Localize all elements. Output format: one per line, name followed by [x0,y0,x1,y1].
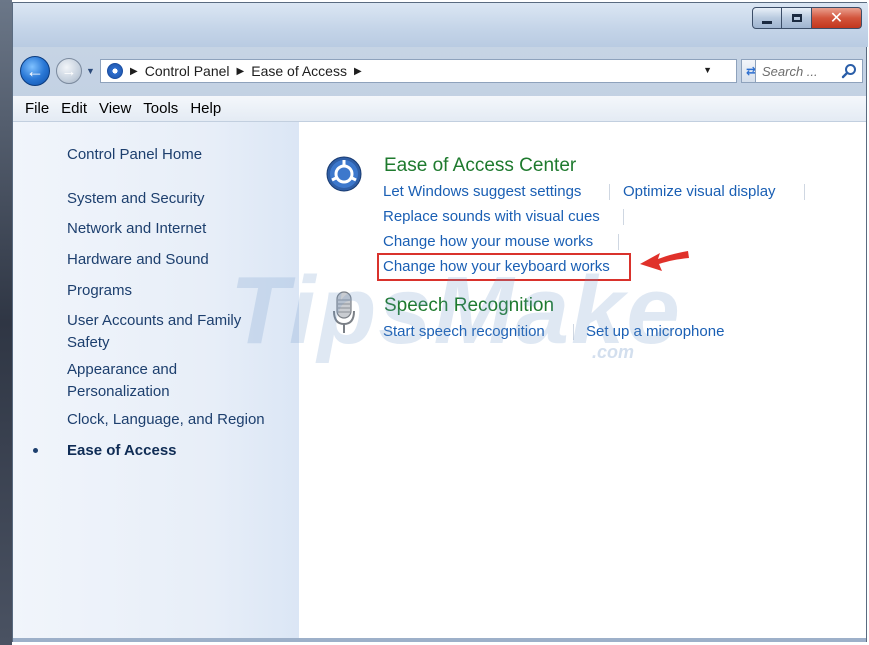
maximize-icon [791,14,802,22]
caption-buttons: ✕ [752,7,862,29]
sidebar-item-clock-language[interactable]: Clock, Language, and Region [67,409,265,431]
sidebar-item-appearance[interactable]: Appearance and Personalization [67,359,227,403]
sidebar-item-network-internet[interactable]: Network and Internet [67,218,206,240]
sidebar-item-hardware-sound[interactable]: Hardware and Sound [67,249,209,271]
title-bar[interactable]: ✕ [13,3,868,47]
forward-arrow-icon: → [61,62,77,80]
breadcrumb-ease-of-access[interactable]: Ease of Access [251,63,347,79]
search-icon[interactable] [841,63,857,79]
menu-bar: File Edit View Tools Help [13,96,866,122]
sidebar: Control Panel Home System and Security N… [13,122,299,640]
current-page-bullet [33,448,38,453]
menu-file[interactable]: File [13,100,55,117]
window-bottom-border [13,638,866,642]
sidebar-item-ease-of-access[interactable]: Ease of Access [13,440,299,462]
close-button[interactable]: ✕ [812,7,862,29]
sidebar-item-programs[interactable]: Programs [67,280,132,302]
link-suggest-settings[interactable]: Let Windows suggest settings [383,183,581,200]
sidebar-current-label: Ease of Access [67,442,177,459]
section-title-ease-center[interactable]: Ease of Access Center [384,155,576,177]
breadcrumb-control-panel[interactable]: Control Panel [145,63,230,79]
chevron-right-icon[interactable]: ▶ [237,66,245,77]
menu-view[interactable]: View [93,100,137,117]
menu-tools[interactable]: Tools [137,100,184,117]
link-replace-sounds[interactable]: Replace sounds with visual cues [383,208,600,225]
link-separator [609,184,610,200]
link-separator [804,184,805,200]
recent-pages-dropdown[interactable]: ▼ [86,66,95,76]
desktop-edge [0,0,12,645]
search-box[interactable] [755,59,863,83]
forward-button[interactable]: → [56,58,82,84]
control-panel-icon [107,63,123,79]
chevron-right-icon[interactable]: ▶ [354,66,362,77]
link-mouse-works[interactable]: Change how your mouse works [383,233,593,250]
close-icon: ✕ [829,10,844,27]
link-optimize-visual[interactable]: Optimize visual display [623,183,776,200]
minimize-icon [762,20,772,24]
chevron-right-icon[interactable]: ▶ [130,66,138,77]
sidebar-item-control-panel-home[interactable]: Control Panel Home [67,144,202,166]
menu-edit[interactable]: Edit [55,100,93,117]
ease-of-access-icon [326,156,362,192]
menu-help[interactable]: Help [184,100,227,117]
minimize-button[interactable] [752,7,782,29]
back-arrow-icon: ← [26,60,44,81]
link-separator [618,234,619,250]
address-dropdown-icon[interactable]: ▼ [703,65,712,75]
search-input[interactable] [756,62,842,80]
back-button[interactable]: ← [20,56,50,86]
sidebar-item-system-security[interactable]: System and Security [67,188,205,210]
watermark-suffix: .com [592,342,635,362]
maximize-button[interactable] [782,7,812,29]
link-separator [623,209,624,225]
address-bar[interactable]: ▶ Control Panel ▶ Ease of Access ▶ ▼ [100,59,737,83]
